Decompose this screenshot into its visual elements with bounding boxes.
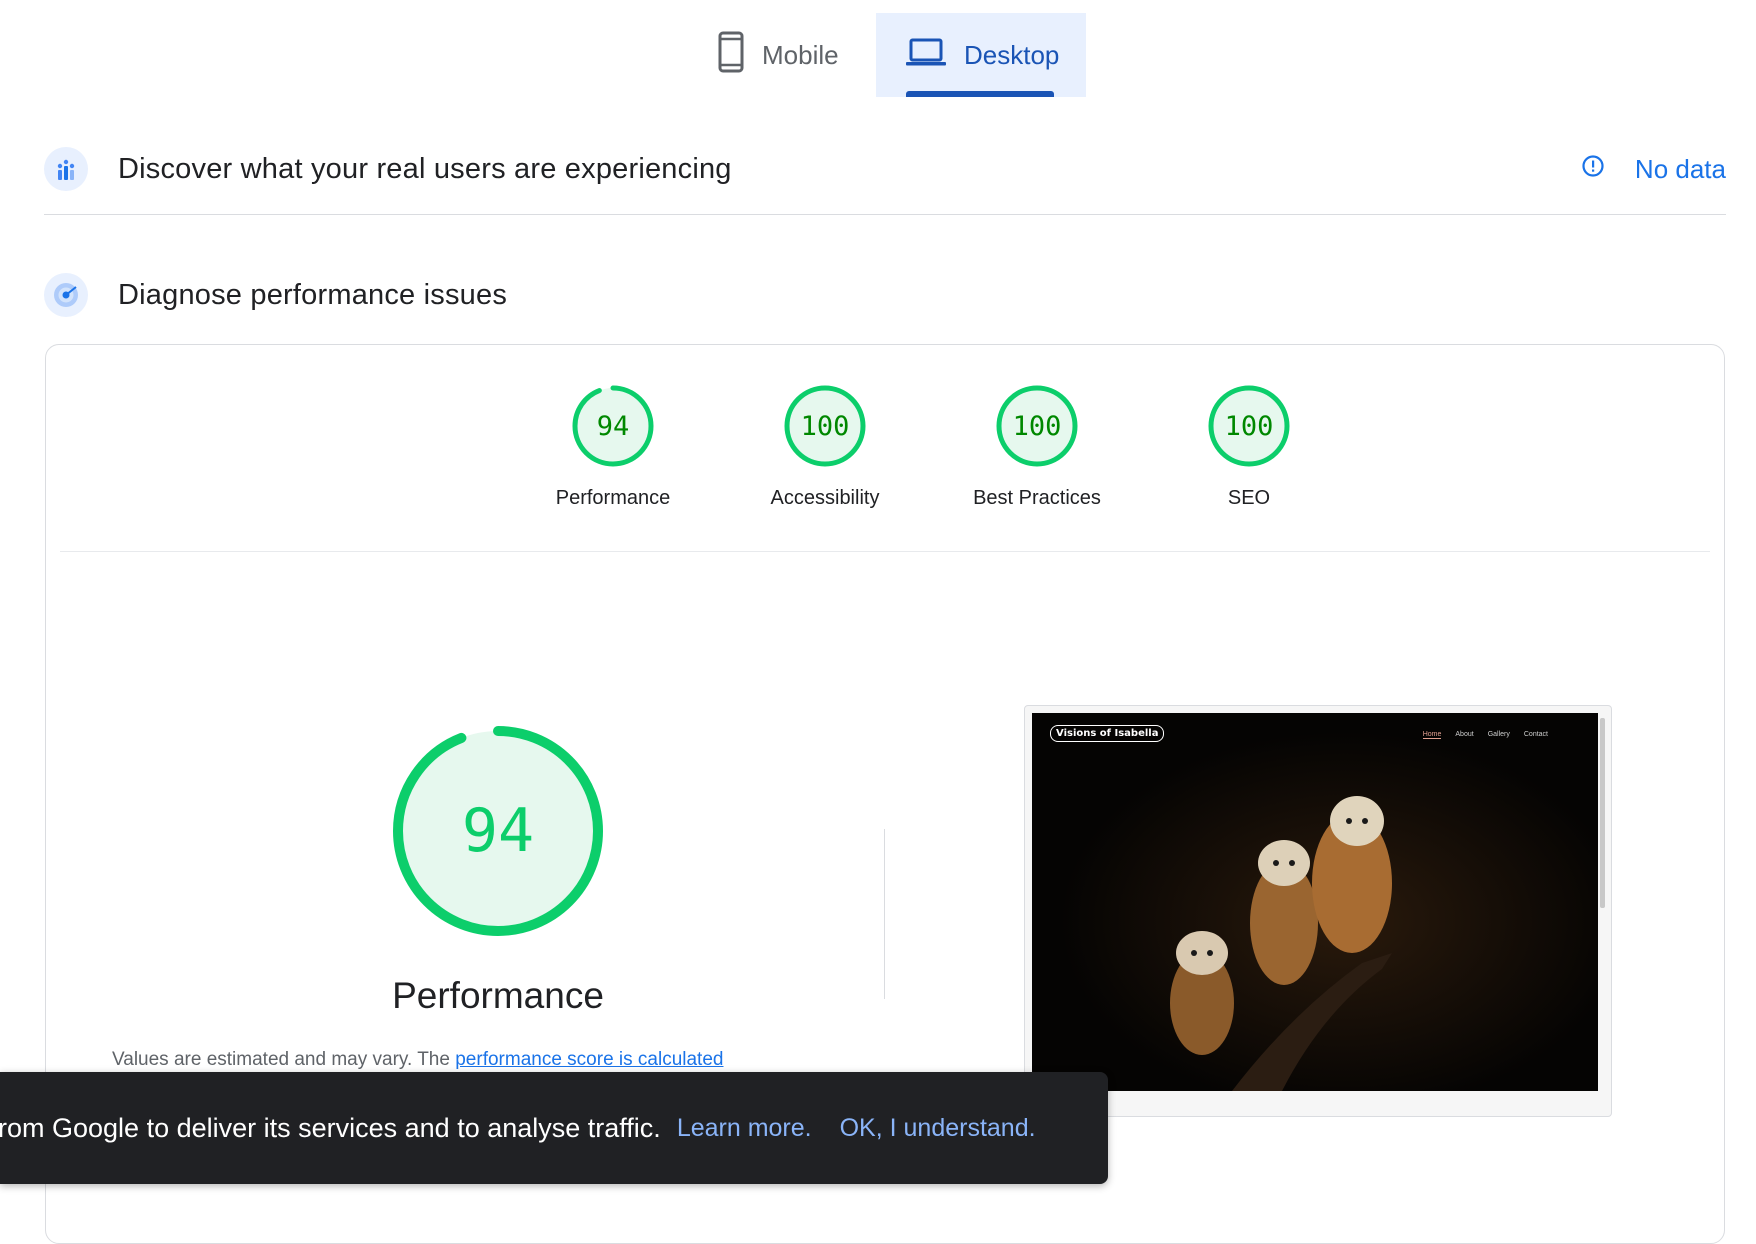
gauge-performance-score: 94 [597, 411, 630, 442]
screenshot-scrollbar[interactable] [1600, 718, 1605, 908]
final-screenshot: Visions of Isabella Home About Gallery C… [1032, 713, 1598, 1091]
tab-mobile[interactable]: Mobile [700, 13, 876, 97]
cookie-text: rom Google to deliver its services and t… [0, 1112, 661, 1143]
gauge-best-practices-label: Best Practices [973, 487, 1101, 509]
site-logo: Visions of Isabella [1050, 725, 1165, 742]
ok-understand-button[interactable]: OK, I understand. [840, 1114, 1036, 1143]
smartphone-icon [718, 31, 744, 80]
crux-section-header: Discover what your real users are experi… [44, 138, 1726, 215]
gauge-accessibility-score: 100 [801, 411, 850, 442]
site-nav-contact: Contact [1523, 731, 1548, 738]
gauges-divider [60, 551, 1710, 552]
active-tab-indicator [906, 91, 1054, 97]
performance-title: Performance [392, 975, 604, 1016]
gauge-best-practices-ring: 100 [996, 385, 1078, 467]
diagnose-section-header: Diagnose performance issues [44, 270, 1726, 320]
owls-image [1032, 713, 1598, 1091]
performance-big-score: 94 [462, 796, 534, 866]
site-nav-gallery: Gallery [1487, 731, 1510, 738]
cookie-consent-bar: rom Google to deliver its services and t… [0, 1072, 1108, 1184]
no-data-status[interactable]: No data [1581, 154, 1726, 185]
final-screenshot-frame[interactable]: Visions of Isabella Home About Gallery C… [1024, 705, 1612, 1117]
device-tabs: Mobile Desktop [0, 13, 1756, 97]
site-nav-home: Home [1422, 731, 1442, 739]
site-nav-about: About [1455, 731, 1474, 738]
gauge-seo-ring: 100 [1208, 385, 1290, 467]
gauge-performance-label: Performance [555, 487, 671, 509]
category-gauges: 94 Performance 100 Accessibility 100 Bes… [46, 383, 1724, 533]
gauge-performance-ring: 94 [572, 385, 654, 467]
gauge-seo[interactable]: 100 SEO [1164, 383, 1334, 510]
gauge-seo-label: SEO [1227, 487, 1271, 509]
performance-score-link[interactable]: performance score is calculated [455, 1049, 723, 1070]
site-nav: Home About Gallery Contact [1422, 731, 1548, 739]
gauge-accessibility-ring: 100 [784, 385, 866, 467]
gauge-best-practices-score: 100 [1013, 411, 1062, 442]
estimate-note-text: Values are estimated and may vary. The [112, 1049, 456, 1070]
gauge-best-practices[interactable]: 100 Best Practices [952, 383, 1122, 510]
gauge-seo-score: 100 [1225, 411, 1274, 442]
performance-big-ring: 94 [393, 726, 603, 936]
radar-icon [44, 273, 88, 317]
no-data-text: No data [1634, 153, 1726, 184]
laptop-icon [906, 37, 946, 74]
bar-chart-people-icon [44, 147, 88, 191]
info-icon [1581, 154, 1605, 185]
learn-more-link[interactable]: Learn more. [677, 1114, 812, 1143]
gauge-accessibility-label: Accessibility [770, 487, 880, 509]
performance-estimate-note: Values are estimated and may vary. The p… [112, 1049, 952, 1071]
tab-mobile-label: Mobile [762, 39, 839, 70]
tab-desktop[interactable]: Desktop [876, 13, 1086, 97]
gauge-accessibility[interactable]: 100 Accessibility [740, 383, 910, 510]
gauge-performance[interactable]: 94 Performance [528, 383, 698, 510]
vertical-divider [884, 829, 885, 999]
diagnose-title: Diagnose performance issues [118, 278, 508, 311]
performance-big-gauge: 94 [346, 723, 650, 944]
crux-title: Discover what your real users are experi… [118, 152, 732, 185]
tab-desktop-label: Desktop [964, 39, 1060, 70]
